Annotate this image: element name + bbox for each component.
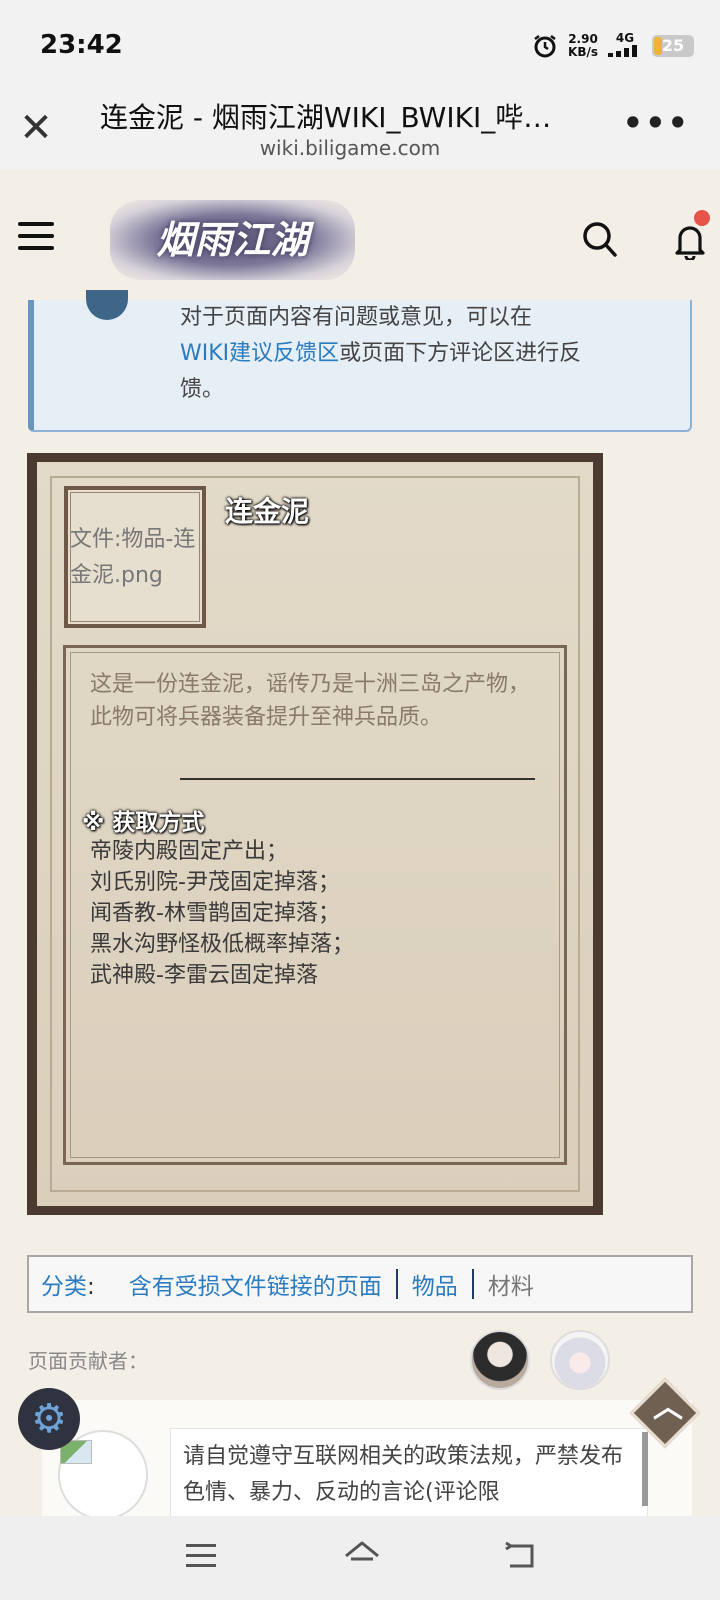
obtain-heading: ※ 获取方式 — [82, 810, 205, 836]
item-image-broken-link[interactable]: 文件:物品-连金泥.png — [70, 522, 210, 594]
close-icon[interactable]: ✕ — [18, 108, 54, 148]
list-item: 帝陵内殿固定产出； — [90, 839, 289, 864]
list-item: 黑水沟野怪极低概率掉落； — [90, 932, 355, 957]
notification-badge — [694, 210, 710, 226]
list-item: 刘氏别院-尹茂固定掉落； — [90, 870, 340, 895]
item-name: 连金泥 — [225, 495, 310, 528]
home-icon[interactable] — [342, 1538, 382, 1574]
category-link[interactable]: 材料 — [488, 1267, 534, 1301]
page-title: 连金泥 - 烟雨江湖WIKI_BWIKI_哔… — [100, 101, 552, 134]
chevron-up-icon[interactable]: ︿ — [646, 1386, 690, 1430]
back-icon[interactable] — [504, 1540, 538, 1572]
battery-indicator: 25 — [652, 35, 694, 57]
scrollbar[interactable] — [642, 1432, 648, 1506]
avatar[interactable] — [550, 1330, 610, 1390]
obtain-methods: 帝陵内殿固定产出； 刘氏别院-尹茂固定掉落； 闻香教-林雪鹊固定掉落； 黑水沟野… — [90, 836, 354, 991]
network-type: 4G — [608, 32, 642, 60]
list-item: 闻香教-林雪鹊固定掉落； — [90, 901, 340, 926]
divider — [395, 1269, 398, 1299]
recent-apps-icon[interactable] — [186, 1544, 216, 1568]
category-link[interactable]: 物品 — [412, 1267, 458, 1301]
avatar[interactable] — [470, 1330, 530, 1390]
divider — [471, 1269, 474, 1299]
contributors-label: 页面贡献者： — [28, 1349, 148, 1373]
hamburger-menu-icon[interactable] — [18, 222, 54, 250]
list-item: 武神殿-李雷云固定掉落 — [90, 963, 318, 988]
page-url[interactable]: wiki.biligame.com — [100, 136, 600, 160]
status-indicators: 2.90 KB/s 4G 25 — [532, 32, 694, 60]
category-label[interactable]: 分类: — [41, 1267, 95, 1301]
comment-rules-notice: 请自觉遵守互联网相关的政策法规，严禁发布色情、暴力、反动的言论(评论限 — [170, 1428, 648, 1526]
signal-icon — [608, 45, 637, 57]
bell-icon[interactable] — [672, 220, 708, 260]
feedback-notice-text: 对于页面内容有问题或意见，可以在 WIKI建议反馈区或页面下方评论区进行反馈。 — [180, 305, 582, 402]
gear-icon[interactable]: ⚙ — [18, 1388, 80, 1450]
alarm-icon — [534, 35, 556, 58]
site-logo[interactable]: 烟雨江湖 — [110, 200, 355, 280]
status-time: 23:42 — [40, 30, 123, 60]
more-icon[interactable]: ••• — [623, 104, 690, 142]
category-link[interactable]: 含有受损文件链接的页面 — [129, 1267, 382, 1301]
feedback-link[interactable]: WIKI建议反馈区 — [180, 341, 339, 366]
item-description: 这是一份连金泥，谣传乃是十洲三岛之产物，此物可将兵器装备提升至神兵品质。 — [90, 672, 531, 730]
search-icon[interactable] — [582, 220, 618, 260]
divider — [180, 778, 535, 780]
category-bar: 分类: 含有受损文件链接的页面 物品 材料 — [27, 1255, 693, 1313]
network-speed: 2.90 KB/s — [568, 32, 598, 59]
